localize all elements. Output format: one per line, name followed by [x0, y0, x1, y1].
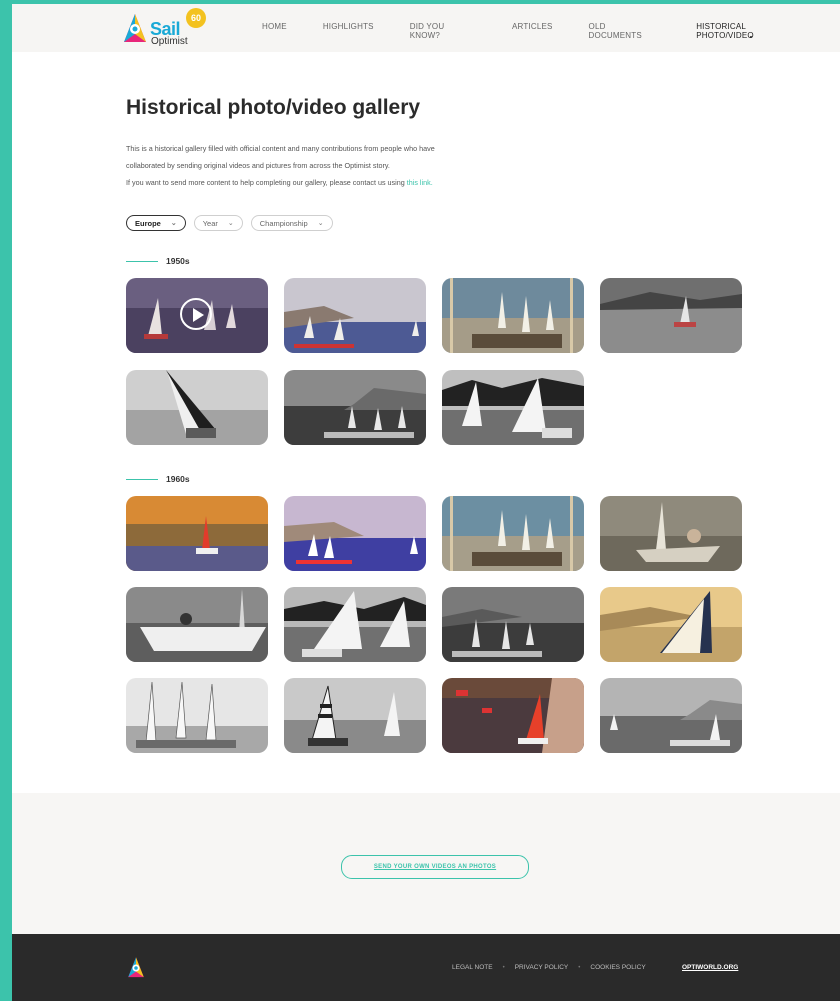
gallery-photo[interactable]: [600, 496, 742, 571]
chevron-down-icon: ⌄: [227, 220, 234, 227]
sail-logo-icon: [124, 14, 146, 42]
gallery-photo[interactable]: [126, 496, 268, 571]
gallery-video-thumbnail[interactable]: [126, 278, 268, 353]
cta-section: SEND YOUR OWN VIDEOS AN PHOTOS: [12, 793, 840, 934]
anniversary-badge: 60: [186, 8, 206, 28]
decade-label: 1950s: [166, 256, 190, 266]
chevron-down-icon: ⌄: [170, 220, 177, 227]
gallery-photo[interactable]: [284, 278, 426, 353]
intro-text: This is a historical gallery filled with…: [126, 140, 546, 191]
page-frame: Sail Optimist 60 HOME HIGHLIGHTS DID YOU…: [12, 0, 840, 1001]
year-filter[interactable]: Year ⌄: [193, 215, 243, 231]
decade-divider: [126, 478, 158, 480]
nav-highlights[interactable]: HIGHLIGHTS: [323, 22, 374, 40]
footer-separator: •: [578, 964, 581, 971]
gallery-photo[interactable]: [600, 678, 742, 753]
gallery-photo[interactable]: [600, 278, 742, 353]
gallery-photo[interactable]: [284, 370, 426, 445]
site-footer: LEGAL NOTE • PRIVACY POLICY • COOKIES PO…: [12, 934, 840, 1001]
decade-label: 1960s: [166, 474, 190, 484]
gallery-photo[interactable]: [126, 370, 268, 445]
nav-did-you-know[interactable]: DID YOU KNOW?: [410, 22, 476, 40]
nav-old-documents[interactable]: OLD DOCUMENTS: [589, 22, 661, 40]
play-icon[interactable]: [180, 298, 212, 330]
gallery-photo[interactable]: [126, 678, 268, 753]
intro-line-3: If you want to send more content to help…: [126, 174, 546, 191]
logo-subtitle: Optimist: [151, 36, 188, 47]
championship-filter[interactable]: Championship ⌄: [250, 215, 333, 231]
decade-heading-1960s: 1960s: [126, 474, 190, 484]
legal-note-link[interactable]: LEGAL NOTE: [452, 964, 493, 971]
site-logo[interactable]: Sail Optimist 60: [122, 8, 206, 50]
gallery-filters: Europe ⌄ Year ⌄ Championship ⌄: [126, 215, 333, 231]
chevron-down-icon: ⌄: [317, 220, 324, 227]
intro-line-1: This is a historical gallery filled with…: [126, 144, 435, 153]
gallery-photo[interactable]: [442, 496, 584, 571]
gallery-photo[interactable]: [284, 678, 426, 753]
nav-historical-photo-video[interactable]: HISTORICAL PHOTO/VIDEO: [696, 22, 804, 40]
intro-line-2: collaborated by sending original videos …: [126, 161, 390, 170]
optiworld-link[interactable]: OPTIWORLD.ORG: [682, 964, 738, 971]
decade-divider: [126, 260, 158, 262]
site-header: Sail Optimist 60 HOME HIGHLIGHTS DID YOU…: [12, 0, 840, 52]
gallery-photo[interactable]: [284, 587, 426, 662]
gallery-photo[interactable]: [442, 278, 584, 353]
gallery-photo[interactable]: [600, 587, 742, 662]
region-filter[interactable]: Europe ⌄: [126, 215, 186, 231]
nav-home[interactable]: HOME: [262, 22, 287, 40]
send-media-button[interactable]: SEND YOUR OWN VIDEOS AN PHOTOS: [341, 855, 529, 879]
footer-logo-icon[interactable]: [124, 956, 148, 980]
year-filter-value: Year: [202, 218, 218, 228]
decade-heading-1950s: 1950s: [126, 256, 190, 266]
gallery-photo[interactable]: [284, 496, 426, 571]
privacy-policy-link[interactable]: PRIVACY POLICY: [515, 964, 569, 971]
cookies-policy-link[interactable]: COOKIES POLICY: [590, 964, 645, 971]
championship-filter-value: Championship: [259, 218, 308, 228]
contact-link[interactable]: this link.: [407, 178, 433, 187]
gallery-photo[interactable]: [442, 678, 584, 753]
main-nav: HOME HIGHLIGHTS DID YOU KNOW? ARTICLES O…: [262, 22, 840, 40]
intro-line-3-text: If you want to send more content to help…: [126, 178, 407, 187]
gallery-photo[interactable]: [126, 587, 268, 662]
footer-separator: •: [502, 964, 505, 971]
nav-articles[interactable]: ARTICLES: [512, 22, 553, 40]
region-filter-value: Europe: [135, 218, 161, 228]
gallery-photo[interactable]: [442, 587, 584, 662]
footer-links: LEGAL NOTE • PRIVACY POLICY • COOKIES PO…: [452, 964, 646, 971]
gallery-photo[interactable]: [442, 370, 584, 445]
page-title: Historical photo/video gallery: [126, 96, 421, 119]
